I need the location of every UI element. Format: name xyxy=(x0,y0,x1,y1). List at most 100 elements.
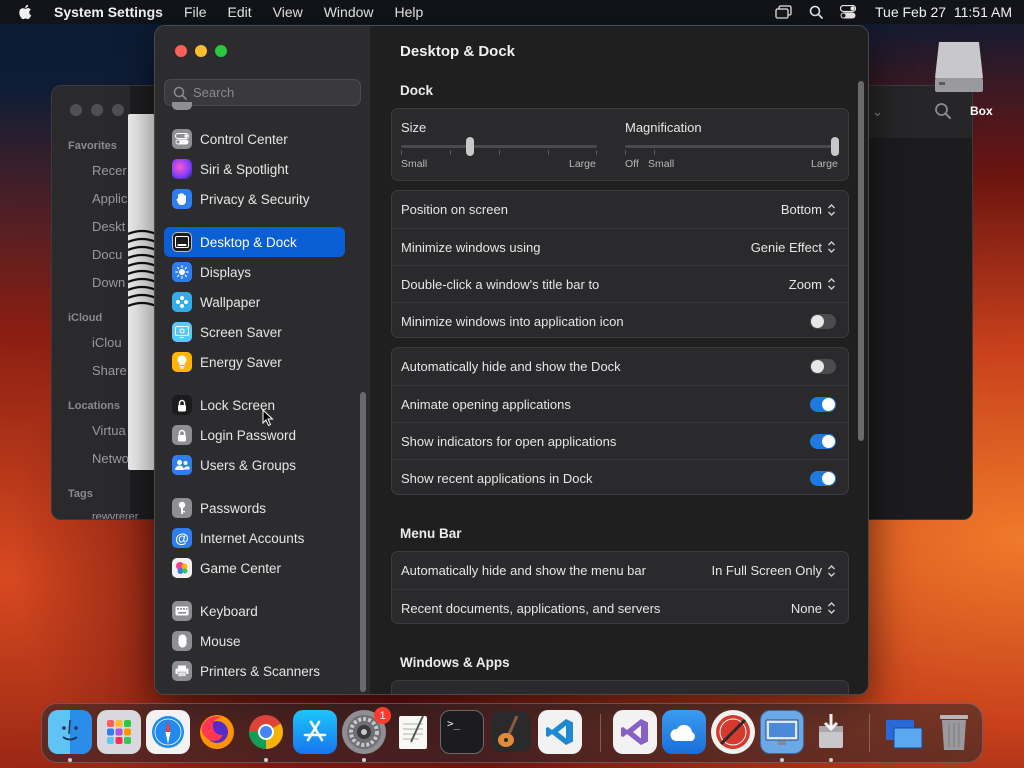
finder-search-icon[interactable] xyxy=(934,102,952,123)
menu-view[interactable]: View xyxy=(273,4,303,20)
launchpad-icon[interactable] xyxy=(97,710,141,754)
close-button[interactable] xyxy=(175,45,187,57)
finder-item[interactable]: Netwo xyxy=(92,451,129,466)
sidebar-item-users-groups[interactable]: Users & Groups xyxy=(164,450,345,480)
auto-hide-dock-row: Automatically hide and show the Dock xyxy=(392,348,848,385)
animate-opening-row: Animate opening applications xyxy=(392,385,848,422)
sidebar-item-internet-accounts[interactable]: @ Internet Accounts xyxy=(164,523,345,553)
finder-item[interactable]: Deskt xyxy=(92,219,125,234)
row-label: Position on screen xyxy=(401,202,508,217)
sidebar-scrollbar[interactable] xyxy=(360,392,366,692)
trash-icon[interactable] xyxy=(932,710,976,754)
sidebar-item-lock-screen[interactable]: Lock Screen xyxy=(164,390,345,420)
sidebar-item-wallpaper[interactable]: Wallpaper xyxy=(164,287,345,317)
row-label: Show indicators for open applications xyxy=(401,433,617,449)
size-min-label: Small xyxy=(401,158,428,170)
recent-documents-popup[interactable]: None xyxy=(791,601,836,616)
menu-clock[interactable]: Tue Feb 27 11:51 AM xyxy=(875,4,1012,20)
sidebar-item-energy-saver[interactable]: Energy Saver xyxy=(164,347,345,377)
finder-item[interactable]: Down xyxy=(92,275,125,290)
search-input[interactable] xyxy=(193,85,353,100)
section-heading-windows-apps: Windows & Apps xyxy=(400,655,510,670)
size-slider-knob[interactable] xyxy=(465,137,474,156)
sidebar-item-hidden[interactable] xyxy=(164,102,345,114)
bulb-icon xyxy=(172,352,192,372)
menu-app-name[interactable]: System Settings xyxy=(54,4,163,20)
control-center-icon xyxy=(172,129,192,149)
position-popup[interactable]: Bottom xyxy=(781,202,836,217)
finder-item[interactable]: rewvrerer xyxy=(92,511,138,519)
spotlight-search-icon[interactable] xyxy=(807,4,825,20)
window-controls xyxy=(175,45,227,57)
finder-item[interactable]: Docu xyxy=(92,247,122,262)
instruments-icon[interactable] xyxy=(711,710,755,754)
firefox-icon[interactable] xyxy=(195,710,239,754)
menu-bar: System Settings File Edit View Window He… xyxy=(0,0,1024,24)
external-drive-icon[interactable] xyxy=(931,38,987,94)
finder-item[interactable]: iClou xyxy=(92,335,122,350)
sidebar-item-keyboard[interactable]: Keyboard xyxy=(164,596,345,626)
menu-window[interactable]: Window xyxy=(324,4,374,20)
sidebar-item-login-password[interactable]: Login Password xyxy=(164,420,345,450)
apple-menu-icon[interactable] xyxy=(18,4,34,20)
migration-icon[interactable] xyxy=(760,710,804,754)
finder-section-favorites: Favorites xyxy=(68,140,117,152)
finder-icon[interactable] xyxy=(48,710,92,754)
page-title: Desktop & Dock xyxy=(400,43,516,60)
installer-icon[interactable] xyxy=(809,710,853,754)
vscode-icon[interactable] xyxy=(538,710,582,754)
sidebar-item-printers-scanners[interactable]: Printers & Scanners xyxy=(164,656,345,686)
sidebar-item-displays[interactable]: Displays xyxy=(164,257,345,287)
row-label: Recent documents, applications, and serv… xyxy=(401,600,661,616)
screen-mirroring-icon[interactable] xyxy=(775,4,793,20)
zoom-button[interactable] xyxy=(215,45,227,57)
notification-badge: 1 xyxy=(374,707,391,724)
safari-icon[interactable] xyxy=(146,710,190,754)
updown-chevron-icon xyxy=(827,240,836,254)
finder-item[interactable]: Applic xyxy=(92,191,127,206)
auto-hide-dock-toggle[interactable] xyxy=(810,359,836,374)
finder-item[interactable]: Share xyxy=(92,363,127,378)
garageband-icon[interactable] xyxy=(489,710,533,754)
desktop-drive-label[interactable]: Box xyxy=(970,104,993,118)
sidebar-item-passwords[interactable]: Passwords xyxy=(164,493,345,523)
menu-edit[interactable]: Edit xyxy=(228,4,252,20)
size-slider[interactable] xyxy=(401,137,597,157)
minimize-effect-popup[interactable]: Genie Effect xyxy=(751,240,836,255)
weather-icon[interactable] xyxy=(662,710,706,754)
minimize-button[interactable] xyxy=(195,45,207,57)
finder-item[interactable]: Virtua xyxy=(92,423,126,438)
sidebar-item-siri-spotlight[interactable]: Siri & Spotlight xyxy=(164,154,345,184)
textedit-icon[interactable] xyxy=(391,710,435,754)
sidebar-item-desktop-dock[interactable]: Desktop & Dock xyxy=(164,227,345,257)
downloads-icon[interactable] xyxy=(882,710,926,754)
show-recent-apps-row: Show recent applications in Dock xyxy=(392,459,848,496)
magnification-slider-label: Magnification xyxy=(625,120,702,135)
finder-item[interactable]: Recer xyxy=(92,163,127,178)
chevron-down-icon[interactable]: ⌄ xyxy=(872,104,883,120)
sidebar-item-label: Control Center xyxy=(200,131,288,147)
visual-studio-icon[interactable] xyxy=(613,710,657,754)
animate-opening-toggle[interactable] xyxy=(810,396,836,412)
app-store-icon[interactable] xyxy=(293,710,337,754)
terminal-icon[interactable]: >_ xyxy=(440,710,484,754)
magnification-slider-knob[interactable] xyxy=(831,137,839,156)
sidebar-item-screen-saver[interactable]: Screen Saver xyxy=(164,317,345,347)
double-click-popup[interactable]: Zoom xyxy=(789,277,836,292)
sidebar-item-privacy-security[interactable]: Privacy & Security xyxy=(164,184,345,214)
sidebar-item-control-center[interactable]: Control Center xyxy=(164,124,345,154)
minimize-into-icon-toggle[interactable] xyxy=(810,313,836,329)
menu-file[interactable]: File xyxy=(184,4,207,20)
auto-hide-menu-bar-popup[interactable]: In Full Screen Only xyxy=(711,563,836,578)
magnification-slider[interactable] xyxy=(625,137,839,157)
sidebar-item-mouse[interactable]: Mouse xyxy=(164,626,345,656)
show-recent-apps-toggle[interactable] xyxy=(810,470,836,486)
menu-help[interactable]: Help xyxy=(395,4,424,20)
show-indicators-toggle[interactable] xyxy=(810,433,836,449)
windows-apps-group xyxy=(391,680,849,694)
main-scrollbar[interactable] xyxy=(858,81,864,441)
mouse-icon xyxy=(172,631,192,651)
chrome-icon[interactable] xyxy=(244,710,288,754)
sidebar-item-game-center[interactable]: Game Center xyxy=(164,553,345,583)
control-center-icon[interactable] xyxy=(839,4,857,20)
